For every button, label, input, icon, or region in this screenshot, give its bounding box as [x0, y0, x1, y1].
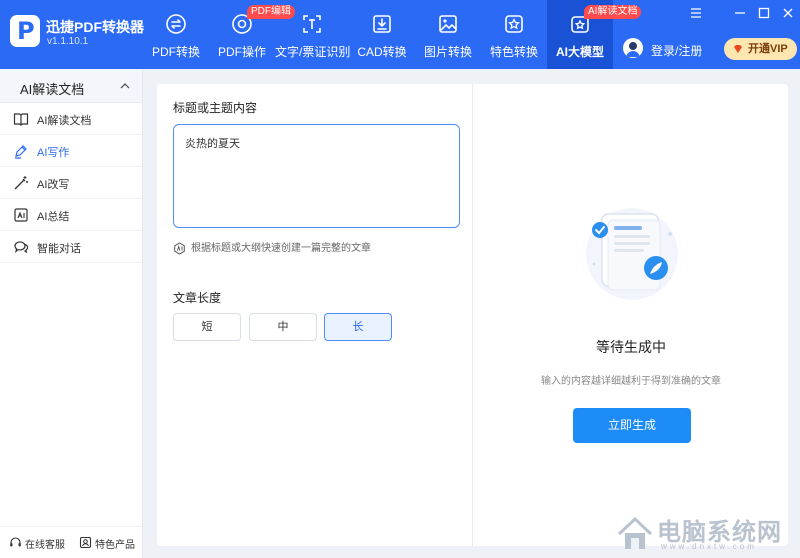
user-avatar-icon: [626, 42, 640, 57]
sidebar-item-ai-read[interactable]: AI解读文档: [0, 103, 142, 135]
wand-icon: [14, 176, 28, 190]
nav-label: CAD转换: [357, 45, 407, 59]
sidebar-item-ai-rewrite[interactable]: AI改写: [0, 167, 142, 199]
nav-pdf-operate[interactable]: PDF操作 PDF编辑: [209, 0, 295, 69]
featured-products-label: 特色产品: [95, 540, 135, 551]
nav-badge: AI解读文档: [584, 5, 642, 19]
title-input[interactable]: 炎热的夏天: [173, 124, 460, 228]
length-long-button[interactable]: 长: [324, 313, 392, 341]
nav-label: 图片转换: [423, 45, 472, 59]
site-watermark: 电脑系统网 www.dnxtw.com: [615, 512, 795, 556]
nav-featured[interactable]: 特色转换: [481, 0, 547, 69]
status-tip: 输入的内容越详细越利于得到准确的文章: [541, 376, 721, 387]
sidebar-item-label: AI解读文档: [37, 115, 92, 127]
cad-icon: [373, 15, 391, 33]
watermark-sub: www.dnxtw.com: [661, 542, 757, 551]
sidebar-footer: 在线客服 特色产品: [0, 526, 142, 558]
sidebar-header-label: AI解读文档: [20, 82, 85, 97]
app-version: v1.1.10.1: [47, 36, 89, 47]
sidebar-item-label: AI改写: [37, 179, 70, 191]
summary-icon: [14, 208, 28, 222]
star-icon: [505, 15, 523, 33]
writing-panel: 标题或主题内容 炎热的夏天 根据标题或大纲快速创建一篇完整的文章 文章长度 短 …: [157, 84, 788, 546]
nav-pdf-convert[interactable]: PDF转换: [143, 0, 209, 69]
sidebar-item-ai-write[interactable]: AI写作: [0, 135, 142, 167]
sidebar-item-label: AI总结: [37, 211, 70, 223]
chat-icon: [14, 241, 29, 254]
nav-label: PDF转换: [151, 45, 200, 59]
pen-icon: [15, 145, 27, 159]
length-short-button[interactable]: 短: [173, 313, 241, 341]
nav-cad[interactable]: CAD转换: [349, 0, 415, 69]
featured-products-link[interactable]: 特色产品: [79, 536, 135, 551]
generate-button[interactable]: 立即生成: [573, 408, 691, 443]
sidebar-item-chat[interactable]: 智能对话: [0, 231, 142, 263]
sidebar-header[interactable]: AI解读文档: [0, 69, 142, 103]
sidebar-item-label: 智能对话: [37, 243, 81, 255]
login-link[interactable]: 登录/注册: [651, 42, 702, 59]
avatar[interactable]: [623, 38, 643, 58]
app-name: 迅捷PDF转换器: [46, 19, 144, 35]
vip-button[interactable]: 开通VIP: [724, 38, 797, 60]
nav-label: AI大模型: [555, 45, 604, 59]
result-section: 等待生成中 输入的内容越详细越利于得到准确的文章 立即生成: [474, 84, 788, 546]
convert-icon: [166, 14, 186, 34]
title-bar: P 迅捷PDF转换器 v1.1.10.1 PDF转换 PDF操作 PDF编辑 文…: [0, 0, 800, 69]
sidebar: AI解读文档 AI解读文档 AI写作 AI改写 AI总结 智能对话 在线客服 特…: [0, 69, 143, 558]
nav-ocr[interactable]: 文字/票证识别: [275, 0, 351, 69]
diamond-icon: [734, 45, 742, 53]
headset-icon: [10, 537, 21, 547]
nav-label: 特色转换: [489, 45, 538, 59]
title-field-label: 标题或主题内容: [173, 101, 258, 115]
maximize-icon[interactable]: [757, 6, 771, 20]
house-logo-icon: [617, 516, 653, 549]
product-icon: [79, 536, 92, 549]
nav-image[interactable]: 图片转换: [415, 0, 481, 69]
minimize-icon[interactable]: [733, 6, 747, 20]
sidebar-item-label: AI写作: [37, 147, 70, 159]
online-service-label: 在线客服: [25, 540, 65, 551]
menu-icon[interactable]: [689, 6, 703, 20]
nav-ai-model[interactable]: AI大模型 AI解读文档: [547, 0, 642, 69]
ocr-icon: [303, 15, 321, 33]
status-title: 等待生成中: [596, 339, 666, 355]
document-illustration-icon: [586, 208, 678, 300]
nav-label: PDF操作: [217, 45, 266, 59]
online-service-link[interactable]: 在线客服: [9, 536, 65, 551]
image-icon: [439, 15, 457, 33]
vip-label: 开通VIP: [748, 43, 788, 55]
app-logo: P: [10, 15, 40, 47]
sidebar-item-ai-summary[interactable]: AI总结: [0, 199, 142, 231]
chevron-up-icon: [120, 83, 130, 89]
input-section: 标题或主题内容 炎热的夏天 根据标题或大纲快速创建一篇完整的文章 文章长度 短 …: [157, 84, 473, 546]
ai-hint-icon: [174, 242, 185, 255]
book-icon: [13, 113, 29, 126]
length-label: 文章长度: [173, 291, 222, 305]
hint-text: 根据标题或大纲快速创建一篇完整的文章: [173, 242, 371, 256]
length-medium-button[interactable]: 中: [249, 313, 317, 341]
close-icon[interactable]: [781, 6, 795, 20]
hint-label: 根据标题或大纲快速创建一篇完整的文章: [191, 243, 371, 254]
nav-label: 文字/票证识别: [275, 45, 351, 59]
logo-letter: P: [17, 17, 35, 45]
